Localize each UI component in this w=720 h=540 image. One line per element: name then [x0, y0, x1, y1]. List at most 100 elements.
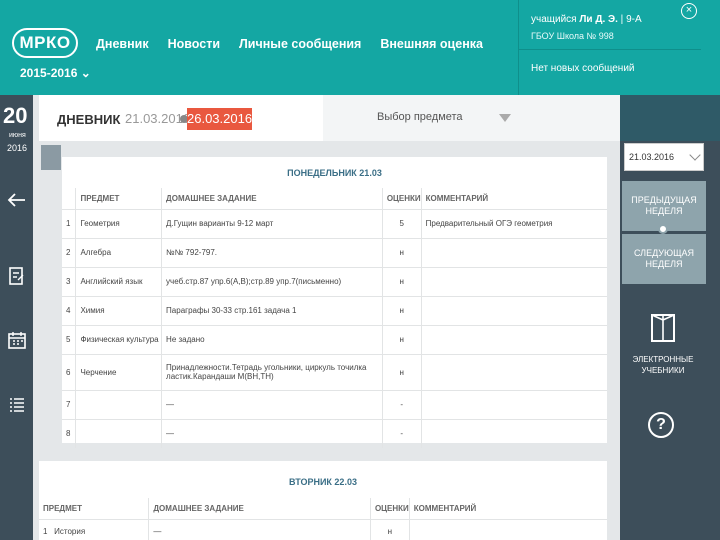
lesson-homework: учеб.стр.87 упр.6(A,B);стр.89 упр.7(пись…	[161, 266, 383, 296]
nav-diary[interactable]: Дневник	[96, 37, 149, 51]
collapse-handle[interactable]	[41, 145, 61, 170]
lesson-num: 4	[62, 295, 76, 325]
today-month: июня	[9, 132, 26, 139]
mrko-logo[interactable]: МРКО	[12, 28, 78, 58]
nav-messages[interactable]: Личные сообщения	[239, 37, 361, 51]
subject-select-label: Выбор предмета	[377, 111, 463, 123]
col-subject: ПРЕДМЕТ	[43, 503, 83, 513]
left-sidebar: 20 июня 2016	[0, 95, 33, 540]
week-toggle-knob	[658, 224, 668, 234]
list-icon[interactable]	[4, 392, 29, 417]
day-card-tuesday: ВТОРНИК 22.03 ПРЕДМЕТ ДОМАШНЕЕ ЗАДАНИЕ О…	[39, 461, 607, 540]
col-subject: ПРЕДМЕТ	[75, 188, 162, 209]
lesson-homework: —	[148, 518, 371, 540]
lesson-grade[interactable]: н	[369, 518, 410, 540]
day-title: ПОНЕДЕЛЬНИК 21.03	[287, 168, 382, 178]
lesson-subject: Алгебра	[75, 237, 162, 267]
today-year: 2016	[7, 143, 28, 153]
lesson-num: 5	[62, 324, 76, 354]
lessons-table: ПРЕДМЕТ ДОМАШНЕЕ ЗАДАНИЕ ОЦЕНКИ КОММЕНТА…	[62, 188, 607, 448]
ebooks-button[interactable]: ЭЛЕКТРОННЫЕ УЧЕБНИКИ	[620, 297, 706, 397]
user-name[interactable]: Ли Д. Э.	[579, 14, 618, 25]
table-row[interactable]: 7 — -	[62, 389, 607, 419]
col-num	[62, 188, 76, 209]
lesson-homework: Принадлежности.Тетрадь угольники, циркул…	[161, 353, 383, 390]
diary-content: ПОНЕДЕЛЬНИК 21.03 ПРЕДМЕТ ДОМАШНЕЕ ЗАДАН…	[39, 141, 620, 540]
diary-edit-icon[interactable]	[4, 263, 29, 288]
table-row[interactable]: 2 Алгебра №№ 792-797. н	[62, 237, 607, 267]
lesson-num: 8	[62, 418, 76, 448]
next-week-button[interactable]: СЛЕДУЮЩАЯ НЕДЕЛЯ	[622, 234, 706, 284]
lesson-grade[interactable]: н	[381, 353, 422, 390]
lessons-body: 1 Геометрия Д.Гущин варианты 9-12 март 5…	[62, 208, 607, 448]
lesson-grade[interactable]: -	[381, 418, 422, 448]
table-row[interactable]: 3 Английский язык учеб.стр.87 упр.6(A,B)…	[62, 266, 607, 296]
lesson-subject: Геометрия	[75, 208, 162, 238]
calendar-icon[interactable]	[4, 327, 29, 352]
lesson-grade[interactable]: н	[381, 237, 422, 267]
week-end-date[interactable]: 26.03.2016	[187, 108, 252, 130]
table-row[interactable]: 8 — -	[62, 418, 607, 448]
lessons-body: 1 История — н	[39, 518, 607, 540]
back-arrow-icon[interactable]	[4, 187, 29, 212]
lesson-comment	[420, 418, 607, 448]
user-divider	[519, 49, 701, 50]
lesson-subject: Английский язык	[75, 266, 162, 296]
lesson-comment: Предварительный ОГЭ геометрия	[420, 208, 607, 238]
main-nav: Дневник Новости Личные сообщения Внешняя…	[96, 37, 483, 51]
lesson-grade[interactable]: -	[381, 389, 422, 419]
subject-select[interactable]: Выбор предмета	[323, 95, 620, 141]
lesson-subject: 1 История	[39, 518, 149, 540]
lesson-subject-name: История	[54, 526, 86, 536]
lesson-num: 7	[62, 389, 76, 419]
lesson-comment	[420, 324, 607, 354]
right-top-block	[620, 95, 720, 141]
user-class: 9-А	[626, 14, 642, 25]
table-row[interactable]: 5 Физическая культура Не задано н	[62, 324, 607, 354]
nav-external-grades[interactable]: Внешняя оценка	[380, 37, 483, 51]
messages-status[interactable]: Нет новых сообщений	[531, 63, 635, 74]
table-row[interactable]: 1 История — н	[39, 518, 607, 540]
chevron-down-icon: ⌄	[77, 66, 91, 80]
lesson-grade[interactable]: н	[381, 295, 422, 325]
day-title: ВТОРНИК 22.03	[289, 477, 357, 487]
col-homework: ДОМАШНЕЕ ЗАДАНИЕ	[161, 188, 383, 209]
lesson-subject	[75, 389, 162, 419]
user-info: учащийся Ли Д. Э. | 9-А	[531, 14, 642, 25]
lesson-comment	[420, 389, 607, 419]
table-header-row: ПРЕДМЕТ ДОМАШНЕЕ ЗАДАНИЕ ОЦЕНКИ КОММЕНТА…	[62, 188, 607, 209]
close-icon[interactable]: ×	[681, 3, 697, 19]
table-row[interactable]: 4 Химия Параграфы 30-33 стр.161 задача 1…	[62, 295, 607, 325]
lesson-homework: Не задано	[161, 324, 383, 354]
col-comment: КОММЕНТАРИЙ	[420, 188, 607, 209]
lessons-table: ПРЕДМЕТ ДОМАШНЕЕ ЗАДАНИЕ ОЦЕНКИ КОММЕНТА…	[39, 498, 607, 540]
lesson-comment	[420, 295, 607, 325]
day-card-monday: ПОНЕДЕЛЬНИК 21.03 ПРЕДМЕТ ДОМАШНЕЕ ЗАДАН…	[62, 157, 607, 448]
lesson-homework: Параграфы 30-33 стр.161 задача 1	[161, 295, 383, 325]
lesson-comment	[408, 518, 607, 540]
nav-news[interactable]: Новости	[168, 37, 220, 51]
lesson-homework: —	[161, 389, 383, 419]
lesson-num: 6	[62, 353, 76, 390]
lesson-grade[interactable]: н	[381, 324, 422, 354]
lesson-num: 3	[62, 266, 76, 296]
lesson-comment	[420, 353, 607, 390]
lesson-num: 1	[62, 208, 76, 238]
help-button[interactable]: ?	[620, 397, 706, 457]
col-homework: ДОМАШНЕЕ ЗАДАНИЕ	[148, 498, 371, 519]
dropdown-arrow-icon	[499, 114, 511, 122]
user-panel: учащийся Ли Д. Э. | 9-А ГБОУ Школа № 998…	[518, 0, 701, 95]
school-year-selector[interactable]: 2015-2016 ⌄	[20, 66, 91, 80]
diary-header: ДНЕВНИК 21.03.2016 26.03.2016 Выбор пред…	[39, 95, 620, 141]
lesson-subject	[75, 418, 162, 448]
lesson-comment	[420, 237, 607, 267]
lesson-subject: Химия	[75, 295, 162, 325]
lesson-grade[interactable]: н	[381, 266, 422, 296]
help-icon: ?	[648, 412, 674, 438]
lesson-grade[interactable]: 5	[381, 208, 422, 238]
date-picker[interactable]: 21.03.2016	[624, 143, 704, 171]
table-row[interactable]: 6 Черчение Принадлежности.Тетрадь угольн…	[62, 353, 607, 390]
table-row[interactable]: 1 Геометрия Д.Гущин варианты 9-12 март 5…	[62, 208, 607, 238]
user-school: ГБОУ Школа № 998	[531, 31, 614, 41]
chevron-down-icon	[689, 149, 701, 161]
